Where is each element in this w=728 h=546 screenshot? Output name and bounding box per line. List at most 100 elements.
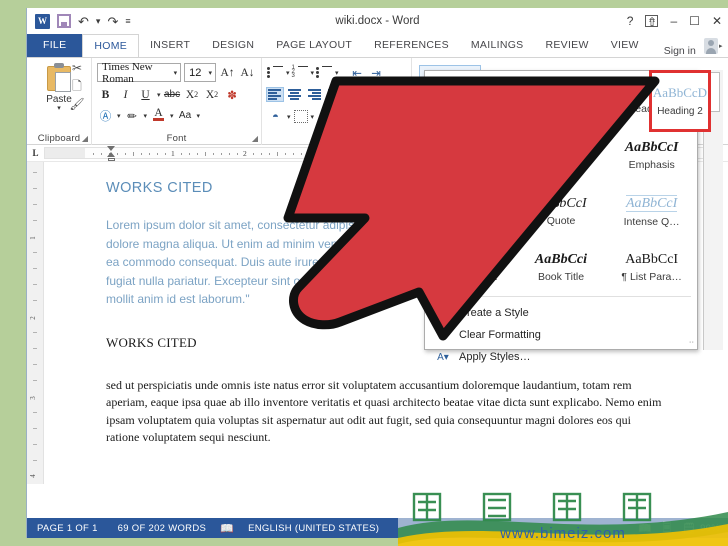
strikethrough-button[interactable]: abc: [164, 86, 181, 103]
multilevel-dropdown-icon[interactable]: ▾: [335, 69, 339, 77]
resize-handle-icon[interactable]: ‧‧: [689, 338, 694, 347]
shading-dropdown-icon[interactable]: ▾: [287, 113, 291, 121]
cut-icon[interactable]: ✂: [72, 62, 82, 74]
status-language[interactable]: ENGLISH (UNITED STATES): [238, 523, 389, 534]
text-effects-icon[interactable]: Ⓐ: [97, 107, 114, 124]
change-case-dropdown-icon[interactable]: ▾: [197, 112, 201, 120]
proofing-errors-icon[interactable]: 📖: [216, 518, 238, 538]
text-effects-dropdown-icon[interactable]: ▾: [117, 112, 121, 120]
borders-icon[interactable]: [293, 110, 308, 123]
text-highlight-icon[interactable]: ✏: [124, 107, 141, 124]
undo-dropdown-icon[interactable]: ▾: [96, 16, 101, 26]
format-painter-icon[interactable]: 🖌: [69, 98, 84, 110]
copy-icon[interactable]: 🗋: [72, 80, 82, 92]
align-right-icon[interactable]: [307, 88, 323, 101]
shrink-font-icon[interactable]: A↓: [239, 64, 256, 81]
style-preview: AaBbCcD: [652, 85, 708, 100]
multilevel-list-icon[interactable]: [316, 65, 333, 80]
tab-design[interactable]: DESIGN: [201, 34, 265, 57]
justify-icon[interactable]: [327, 88, 343, 101]
change-case-icon[interactable]: Aa: [177, 107, 194, 124]
minimize-button[interactable]: –: [670, 15, 677, 27]
style-option-subtle-reference[interactable]: AaBbCc Intense R…: [425, 239, 516, 295]
web-layout-icon[interactable]: 🗒: [678, 518, 700, 538]
style-option-title[interactable]: AaBbCcI Title: [425, 127, 516, 183]
underline-dropdown-icon[interactable]: ▾: [157, 91, 161, 99]
bullets-icon[interactable]: [267, 65, 284, 80]
style-option-emphasis[interactable]: AaBbCcI Emphasis: [606, 127, 697, 183]
highlight-dropdown-icon[interactable]: ▾: [144, 112, 148, 120]
style-option-intense-quote[interactable]: AaBbCcI Intense Q…: [606, 183, 697, 239]
undo-icon[interactable]: ↶: [78, 15, 89, 28]
close-button[interactable]: ✕: [712, 15, 722, 27]
style-option-intense-emphasis[interactable]: AaBbCcI Intense E…: [425, 183, 516, 239]
font-size-dropdown-icon[interactable]: ▾: [208, 69, 212, 77]
style-option-no-spacing[interactable]: AaBbCcI ¶ No Spac…: [516, 71, 607, 127]
screenshot-root: W ↶ ▾ ↷ ≡ wiki.docx - Word ? ⇮ – ☐ ✕ FIL…: [0, 0, 728, 546]
save-icon[interactable]: [57, 14, 71, 28]
underline-button[interactable]: U: [137, 86, 154, 103]
subscript-button[interactable]: X2: [184, 86, 201, 103]
maximize-button[interactable]: ☐: [689, 15, 700, 27]
decrease-indent-icon[interactable]: ⇤: [349, 64, 366, 81]
style-option-normal[interactable]: AaBbCcI ¶ Normal: [425, 71, 516, 127]
tab-mailings[interactable]: MAILINGS: [460, 34, 535, 57]
shading-icon[interactable]: ◓: [267, 108, 284, 125]
help-icon[interactable]: ?: [627, 15, 634, 27]
create-a-style-menuitem[interactable]: Create a Style: [425, 302, 697, 324]
paragraph-dialog-launcher-icon[interactable]: ◢: [402, 134, 408, 143]
style-preview: AaBbCcI: [535, 139, 587, 155]
style-option-quote[interactable]: AaBbCcI Quote: [516, 183, 607, 239]
borders-dropdown-icon[interactable]: ▾: [311, 113, 315, 121]
numbering-icon[interactable]: 123: [292, 65, 309, 80]
customize-qat-icon[interactable]: ≡: [125, 16, 130, 26]
style-label: Book Title: [537, 270, 585, 283]
align-left-icon[interactable]: [266, 87, 284, 102]
status-words[interactable]: 69 OF 202 WORDS: [108, 523, 216, 534]
bold-button[interactable]: B: [97, 86, 114, 103]
sign-in-link[interactable]: Sign in: [664, 45, 696, 57]
style-label: Subtitle: [543, 158, 579, 171]
apply-styles-menuitem[interactable]: A▾ Apply Styles…: [425, 346, 697, 368]
font-name-input[interactable]: Times New Roman ▾: [97, 61, 182, 85]
indent-marker[interactable]: [107, 146, 116, 161]
title-bar: W ↶ ▾ ↷ ≡ wiki.docx - Word ? ⇮ – ☐ ✕: [27, 8, 728, 34]
font-color-icon[interactable]: A: [150, 107, 167, 124]
style-option-list-paragraph[interactable]: AaBbCcI ¶ List Para…: [606, 239, 697, 295]
tab-review[interactable]: REVIEW: [534, 34, 599, 57]
vertical-ruler[interactable]: 1 2 3 4: [27, 162, 44, 484]
status-page[interactable]: PAGE 1 OF 1: [27, 523, 108, 534]
print-layout-icon[interactable]: 🗏: [656, 518, 678, 538]
clear-formatting-menuitem[interactable]: ✽ Clear Formatting: [425, 324, 697, 346]
tab-home[interactable]: HOME: [82, 34, 140, 57]
redo-icon[interactable]: ↷: [107, 15, 118, 28]
font-size-input[interactable]: 12 ▾: [184, 63, 216, 82]
highlighted-style-heading-2[interactable]: AaBbCcD Heading 2: [649, 70, 711, 132]
grow-font-icon[interactable]: A↑: [219, 64, 236, 81]
style-option-book-title[interactable]: AaBbCci Book Title: [516, 239, 607, 295]
increase-indent-icon[interactable]: ⇥: [368, 64, 385, 81]
ribbon-display-options-icon[interactable]: ⇮: [645, 15, 659, 28]
font-color-dropdown-icon[interactable]: ▾: [170, 112, 174, 120]
account-avatar[interactable]: ▸: [704, 36, 724, 56]
read-mode-icon[interactable]: 📖: [634, 518, 656, 538]
font-name-dropdown-icon[interactable]: ▾: [174, 69, 178, 77]
zoom-level[interactable]: 90%: [700, 523, 728, 534]
tab-stop-selector[interactable]: L: [27, 145, 44, 162]
bullets-dropdown-icon[interactable]: ▾: [286, 69, 290, 77]
tab-view[interactable]: VIEW: [600, 34, 650, 57]
font-dialog-launcher-icon[interactable]: ◢: [252, 134, 258, 143]
tab-file[interactable]: FILE: [27, 34, 83, 57]
tab-references[interactable]: REFERENCES: [363, 34, 460, 57]
tab-page-layout[interactable]: PAGE LAYOUT: [265, 34, 363, 57]
tab-insert[interactable]: INSERT: [139, 34, 201, 57]
chevron-right-icon[interactable]: ▸: [719, 42, 723, 50]
style-option-subtitle[interactable]: AaBbCcI Subtitle: [516, 127, 607, 183]
numbering-dropdown-icon[interactable]: ▾: [311, 69, 315, 77]
clear-formatting-icon[interactable]: ✽: [224, 86, 241, 103]
italic-button[interactable]: I: [117, 86, 134, 103]
superscript-button[interactable]: X2: [204, 86, 221, 103]
line-spacing-icon[interactable]: ↕≡: [347, 86, 364, 103]
clipboard-dialog-launcher-icon[interactable]: ◢: [82, 134, 88, 143]
center-icon[interactable]: [287, 88, 303, 101]
